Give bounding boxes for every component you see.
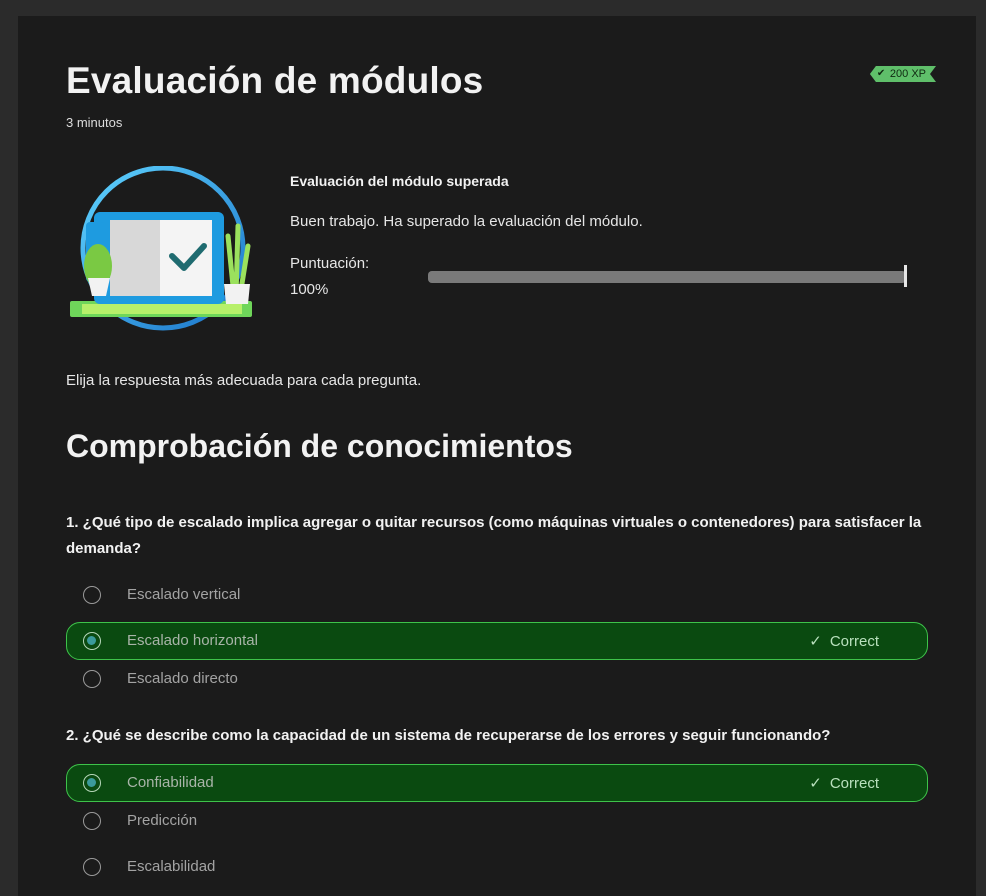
option-label: Escalado vertical <box>127 586 241 603</box>
check-icon: ✓ <box>809 633 822 650</box>
score-bar-fill <box>428 271 906 283</box>
radio-button[interactable] <box>83 812 101 830</box>
correct-label: Correct <box>829 633 879 650</box>
result-message: Buen trabajo. Ha superado la evaluación … <box>290 213 643 230</box>
option-label: Escalado directo <box>127 670 238 687</box>
score-value: 100% <box>290 281 329 298</box>
question-1: 1. ¿Qué tipo de escalado implica agregar… <box>66 514 922 557</box>
q2-option-3[interactable]: Escalabilidad <box>66 848 928 886</box>
radio-dot <box>87 778 96 787</box>
score-bar-marker <box>904 265 907 287</box>
q2-option-2[interactable]: Predicción <box>66 802 928 840</box>
option-label: Confiabilidad <box>127 774 214 791</box>
q1-option-3[interactable]: Escalado directo <box>66 660 928 698</box>
assessment-panel: Evaluación de módulos 3 minutos ✔ 200 XP… <box>18 16 976 896</box>
score-bar <box>428 271 906 283</box>
q1-option-1[interactable]: Escalado vertical <box>66 576 928 614</box>
module-passed-illustration <box>70 166 252 331</box>
radio-dot <box>87 636 96 645</box>
radio-button[interactable] <box>83 858 101 876</box>
xp-badge-label: 200 XP <box>889 68 926 80</box>
option-label: Escalado horizontal <box>127 632 258 649</box>
correct-indicator: ✓ Correct <box>809 632 879 650</box>
score-label: Puntuación: <box>290 255 370 272</box>
q2-option-1[interactable]: Confiabilidad ✓ Correct <box>66 764 928 802</box>
page-title: Evaluación de módulos <box>66 60 484 101</box>
radio-button[interactable] <box>83 586 101 604</box>
radio-button-selected[interactable] <box>83 774 101 792</box>
check-icon: ✓ <box>809 775 822 792</box>
option-label: Predicción <box>127 812 198 829</box>
radio-button[interactable] <box>83 670 101 688</box>
result-block: Evaluación del módulo superada Buen trab… <box>290 173 920 298</box>
q1-option-2[interactable]: Escalado horizontal ✓ Correct <box>66 622 928 660</box>
duration-text: 3 minutos <box>66 115 123 130</box>
xp-check-icon: ✔ <box>876 68 886 79</box>
correct-label: Correct <box>829 775 879 792</box>
result-heading: Evaluación del módulo superada <box>290 173 509 189</box>
section-title: Comprobación de conocimientos <box>66 428 573 464</box>
question-2: 2. ¿Qué se describe como la capacidad de… <box>66 727 831 744</box>
xp-badge: ✔ 200 XP <box>870 66 936 82</box>
correct-indicator: ✓ Correct <box>809 774 879 792</box>
radio-button-selected[interactable] <box>83 632 101 650</box>
option-label: Escalabilidad <box>127 858 216 875</box>
instructions-text: Elija la respuesta más adecuada para cad… <box>66 372 422 389</box>
